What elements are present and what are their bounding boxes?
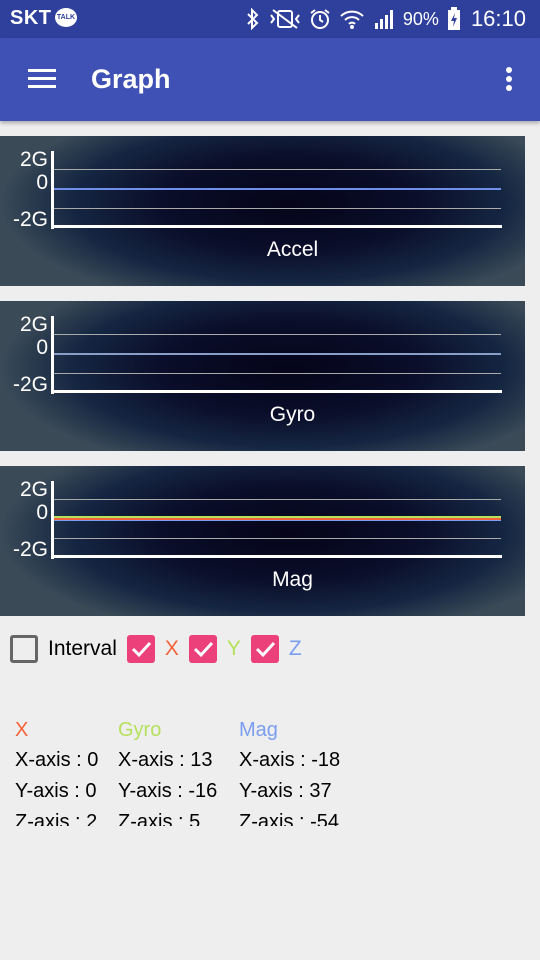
gridline <box>54 169 501 170</box>
series-toggle-row: Interval X Y Z <box>10 633 312 665</box>
y-checkbox[interactable] <box>188 635 217 663</box>
page-title: Graph <box>91 64 171 94</box>
tick-mid: 0 <box>36 336 48 359</box>
gridline <box>54 373 501 374</box>
graph-title: Gyro <box>269 403 316 426</box>
tick-top: 2G <box>19 148 48 171</box>
wifi-icon <box>340 10 364 29</box>
tick-top: 2G <box>19 313 48 336</box>
readout-row: X-axis : 13 <box>118 749 213 771</box>
accel-readout-column: X X-axis : 0 Y-axis : 0 Z-axis : 2 <box>15 718 98 826</box>
gridline <box>54 499 501 500</box>
vibrate-mute-icon <box>270 9 300 29</box>
sensor-readouts: X X-axis : 0 Y-axis : 0 Z-axis : 2 Gyro … <box>15 718 415 826</box>
tick-mid: 0 <box>36 171 48 194</box>
kakaotalk-icon: TALK <box>55 8 77 27</box>
x-checkbox[interactable] <box>126 635 155 663</box>
z-label: Z <box>288 637 302 660</box>
signal-icon <box>374 10 393 29</box>
gridline <box>54 538 501 539</box>
readout-row: X-axis : -18 <box>239 749 341 771</box>
readout-row: Y-axis : 0 <box>15 780 97 802</box>
readout-row: X-axis : 0 <box>15 749 99 771</box>
interval-checkbox[interactable] <box>10 635 38 663</box>
app-bar: Graph <box>0 38 540 121</box>
interval-label: Interval <box>48 637 117 660</box>
alarm-icon <box>310 9 330 29</box>
tick-mid: 0 <box>36 501 48 524</box>
column-header: X <box>15 719 29 741</box>
status-clock: 16:10 <box>470 6 526 31</box>
readout-row: Z-axis : 2 <box>15 811 98 826</box>
carrier-name: SKT <box>10 7 52 29</box>
readout-row: Y-axis : -16 <box>118 780 218 802</box>
series-line <box>54 188 501 190</box>
readout-row: Z-axis : 5 <box>118 811 201 826</box>
column-header: Mag <box>239 719 278 741</box>
x-axis <box>51 390 502 393</box>
readout-row: Z-axis : -54 <box>239 811 340 826</box>
x-axis <box>51 555 502 558</box>
accel-graph: 2G 0 -2G Accel <box>0 136 525 286</box>
z-checkbox[interactable] <box>250 635 279 663</box>
more-vert-icon[interactable] <box>502 66 516 96</box>
battery-percentage: 90% <box>402 8 439 29</box>
gyro-graph: 2G 0 -2G Gyro <box>0 301 525 451</box>
y-axis <box>51 151 54 229</box>
series-line-z <box>54 520 501 521</box>
x-axis <box>51 225 502 228</box>
mag-graph: 2G 0 -2G Mag <box>0 466 525 616</box>
mag-readout-column: Mag X-axis : -18 Y-axis : 37 Z-axis : -5… <box>239 718 340 826</box>
tick-bottom: -2G <box>12 208 48 231</box>
gridline <box>54 334 501 335</box>
y-label: Y <box>226 637 241 660</box>
y-axis <box>51 316 54 394</box>
status-bar: SKT TALK 90% 16:10 <box>0 0 540 38</box>
tick-bottom: -2G <box>12 373 48 396</box>
bluetooth-icon <box>247 8 259 30</box>
gridline <box>54 208 501 209</box>
readout-row: Y-axis : 37 <box>239 780 332 802</box>
tick-top: 2G <box>19 478 48 501</box>
graph-title: Accel <box>266 238 319 261</box>
column-header: Gyro <box>118 719 162 741</box>
x-label: X <box>164 637 179 660</box>
tick-bottom: -2G <box>12 538 48 561</box>
series-line <box>54 353 501 355</box>
status-icons: 90% 16:10 <box>237 4 526 34</box>
hamburger-menu-icon[interactable] <box>24 64 60 94</box>
gyro-readout-column: Gyro X-axis : 13 Y-axis : -16 Z-axis : 5 <box>118 718 217 826</box>
graph-title: Mag <box>272 568 313 591</box>
battery-charging-icon <box>447 7 460 30</box>
